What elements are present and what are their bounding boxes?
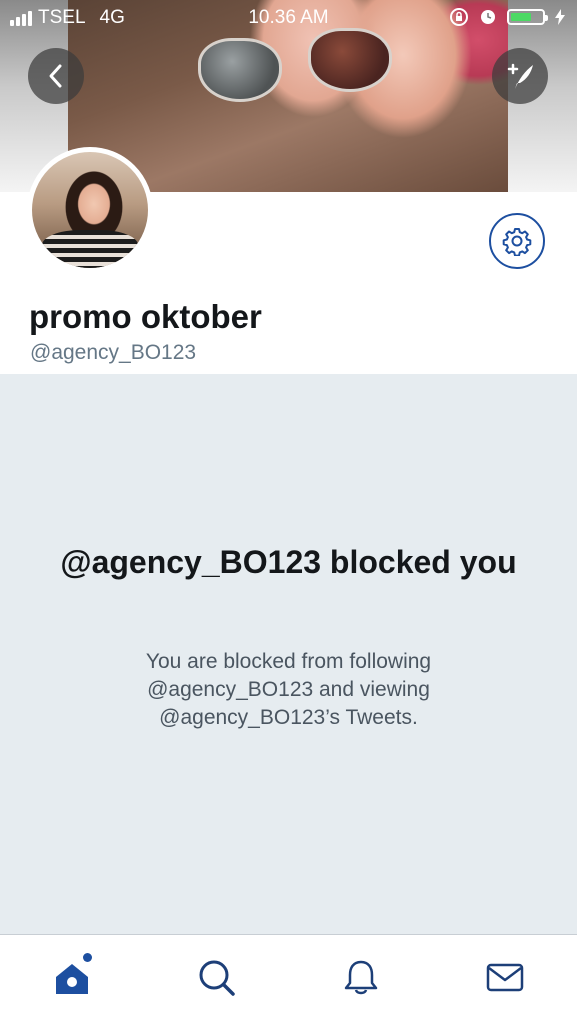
status-bar: TSEL 4G 10.36 AM	[0, 0, 577, 36]
search-icon	[199, 960, 235, 996]
profile-handle: @agency_BO123	[30, 341, 197, 364]
envelope-icon	[486, 963, 524, 992]
alarm-icon	[481, 10, 495, 24]
bottom-tab-bar	[0, 934, 577, 1024]
home-icon	[56, 964, 88, 994]
compose-tweet-button[interactable]	[492, 48, 548, 104]
blocked-message-panel: @agency_BO123 blocked you You are blocke…	[0, 374, 577, 934]
bell-icon	[344, 960, 378, 995]
tab-messages[interactable]	[485, 957, 525, 997]
blocked-title: @agency_BO123 blocked you	[60, 544, 517, 580]
sunglasses-right	[308, 28, 392, 92]
profile-settings-button[interactable]	[489, 213, 545, 269]
profile-display-name: promo oktober	[29, 298, 262, 335]
charging-icon	[555, 9, 565, 25]
compose-tweet-icon	[507, 63, 533, 89]
chevron-left-icon	[49, 64, 62, 88]
profile-avatar[interactable]	[27, 147, 153, 273]
tab-search[interactable]	[196, 957, 236, 997]
avatar-shirt	[42, 230, 138, 268]
back-button[interactable]	[28, 48, 84, 104]
new-content-dot	[83, 953, 92, 962]
sunglasses-left	[198, 38, 282, 102]
rotation-lock-icon	[450, 8, 468, 26]
blocked-description: You are blocked from following @agency_B…	[145, 650, 432, 729]
battery-icon	[507, 9, 548, 25]
tab-notifications[interactable]	[341, 957, 381, 997]
tab-home[interactable]	[52, 953, 92, 997]
gear-icon	[502, 228, 532, 256]
